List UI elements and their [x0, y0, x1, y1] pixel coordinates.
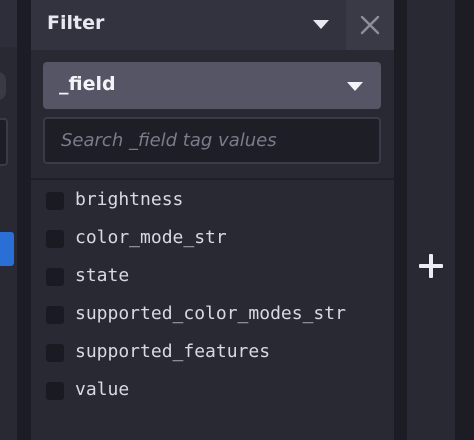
chevron-down-icon	[347, 82, 363, 91]
filter-card-title: Filter	[47, 12, 105, 34]
list-item[interactable]: color_mode_str	[31, 220, 394, 258]
filter-card-header: Filter	[31, 0, 394, 50]
list-item[interactable]: supported_color_modes_str	[31, 296, 394, 334]
divider	[31, 178, 394, 180]
checkbox[interactable]	[46, 344, 64, 362]
previous-card-dropdown[interactable]	[0, 72, 6, 100]
query-builder: Filter _field brightness	[0, 0, 474, 440]
close-icon	[360, 15, 380, 35]
list-item[interactable]: brightness	[31, 182, 394, 220]
list-item-label: state	[75, 265, 130, 286]
list-item-label: brightness	[75, 189, 184, 210]
chevron-down-icon[interactable]	[313, 20, 329, 29]
tag-search-input[interactable]	[45, 119, 379, 162]
previous-card-selected-item[interactable]	[0, 232, 14, 266]
list-item[interactable]: state	[31, 258, 394, 296]
previous-card-search-input[interactable]	[0, 118, 8, 166]
checkbox[interactable]	[46, 268, 64, 286]
previous-card-header	[0, 0, 17, 47]
tag-search-box	[43, 117, 381, 164]
plus-icon	[419, 254, 443, 278]
list-item[interactable]: supported_features	[31, 334, 394, 372]
list-item[interactable]: value	[31, 372, 394, 410]
add-filter-button[interactable]	[407, 0, 455, 440]
field-selector-dropdown[interactable]: _field	[43, 62, 381, 109]
list-item-label: color_mode_str	[75, 227, 227, 248]
field-selector-value: _field	[59, 73, 116, 95]
list-item-label: supported_features	[75, 341, 271, 362]
list-item-label: value	[75, 379, 130, 400]
checkbox[interactable]	[46, 192, 64, 210]
list-item-label: supported_color_modes_str	[75, 303, 346, 324]
checkbox[interactable]	[46, 306, 64, 324]
checkbox[interactable]	[46, 230, 64, 248]
previous-filter-card	[0, 0, 17, 440]
checkbox[interactable]	[46, 382, 64, 400]
filter-card: Filter _field brightness	[31, 0, 394, 440]
close-button[interactable]	[346, 0, 394, 50]
